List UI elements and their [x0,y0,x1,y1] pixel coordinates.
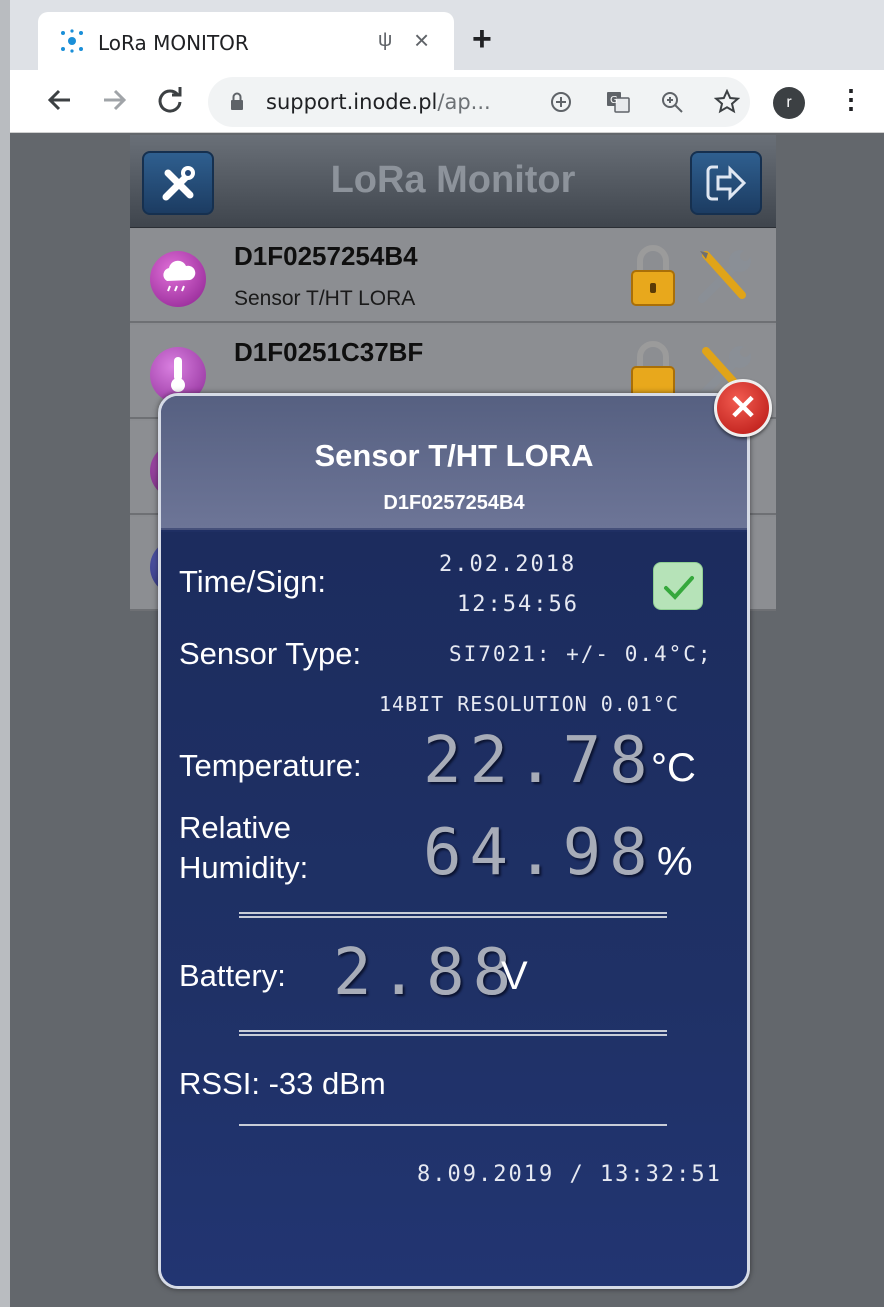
sign-time: 12:54:56 [457,592,579,617]
usb-icon: ψ [378,29,393,51]
page-viewport: LoRa Monitor D1F0257254B4 Sensor T/HT LO… [10,133,884,1307]
tab-title: LoRa MONITOR [98,31,249,55]
sensor-type-line2: 14BIT RESOLUTION 0.01°C [379,692,679,716]
humidity-unit: % [657,840,693,884]
zoom-icon[interactable] [660,90,684,114]
close-icon: ✕ [728,389,758,427]
logout-icon [706,165,747,201]
sensor-type-line1: SI7021: +/- 0.4°C; [449,642,713,666]
browser-chrome: LoRa MONITOR ψ × + support.inode.pl/ap..… [10,0,884,133]
browser-tab[interactable]: LoRa MONITOR ψ × [38,12,454,70]
weather-cloud-icon [150,251,206,307]
humidity-value: 64.98 [423,816,656,890]
reload-icon[interactable] [156,86,184,114]
divider [239,1124,667,1126]
device-id: D1F0257254B4 [234,241,418,271]
install-icon[interactable] [550,91,572,113]
divider [239,912,667,918]
footer-timestamp: 8.09.2019 / 13:32:51 [417,1162,722,1187]
popup-header: Sensor T/HT LORA D1F0257254B4 [161,396,747,530]
window-edge [0,0,10,1307]
popup-title: Sensor T/HT LORA [314,438,594,473]
temperature-unit: °C [651,746,696,790]
translate-icon[interactable]: G [606,90,630,114]
sensor-detail-popup: Sensor T/HT LORA D1F0257254B4 Time/Sign:… [158,393,750,1289]
svg-text:G: G [610,95,618,106]
temperature-label: Temperature: [179,748,362,783]
device-row[interactable]: D1F0257254B4 Sensor T/HT LORA [130,229,776,323]
app-header: LoRa Monitor [130,135,776,228]
bookmark-star-icon[interactable] [714,89,740,115]
popup-body: Time/Sign: 2.02.2018 12:54:56 Sensor Typ… [161,532,747,1286]
wrench-screwdriver-icon[interactable] [692,243,758,309]
padlock-icon[interactable] [630,245,676,307]
temperature-value: 22.78 [423,724,656,798]
device-name: Sensor T/HT LORA [234,287,416,310]
signature-valid-check-icon [653,562,703,610]
browser-menu-icon[interactable]: ⋮ [838,84,864,115]
popup-device-id: D1F0257254B4 [383,492,525,514]
lock-icon [231,92,243,110]
divider [239,1030,667,1036]
app-title: LoRa Monitor [330,159,576,201]
new-tab-button[interactable]: + [472,22,492,56]
logout-button[interactable] [690,151,762,215]
browser-toolbar: support.inode.pl/ap... G r ⋮ [10,70,884,133]
back-arrow-icon[interactable] [46,86,74,114]
forward-arrow-icon[interactable] [100,86,128,114]
device-id: D1F0251C37BF [234,337,424,367]
url-path: /ap... [437,90,491,114]
time-sign-label: Time/Sign: [179,564,327,599]
profile-avatar[interactable]: r [773,87,805,119]
battery-unit: V [501,954,528,998]
url-text: support.inode.pl/ap... [266,90,491,114]
address-bar[interactable]: support.inode.pl/ap... G [208,77,750,127]
humidity-label-line1: Relative [179,810,291,845]
url-domain: support.inode.pl [266,90,438,114]
battery-label: Battery: [179,958,286,993]
rssi-text: RSSI: -33 dBm [179,1066,386,1101]
sensor-type-label: Sensor Type: [179,636,362,671]
sign-date: 2.02.2018 [439,552,577,577]
lora-favicon-icon [61,29,83,53]
battery-value: 2.88 [333,936,520,1010]
humidity-label-line2: Humidity: [179,850,309,885]
popup-close-button[interactable]: ✕ [714,379,772,437]
tab-close-icon[interactable]: × [414,25,429,56]
